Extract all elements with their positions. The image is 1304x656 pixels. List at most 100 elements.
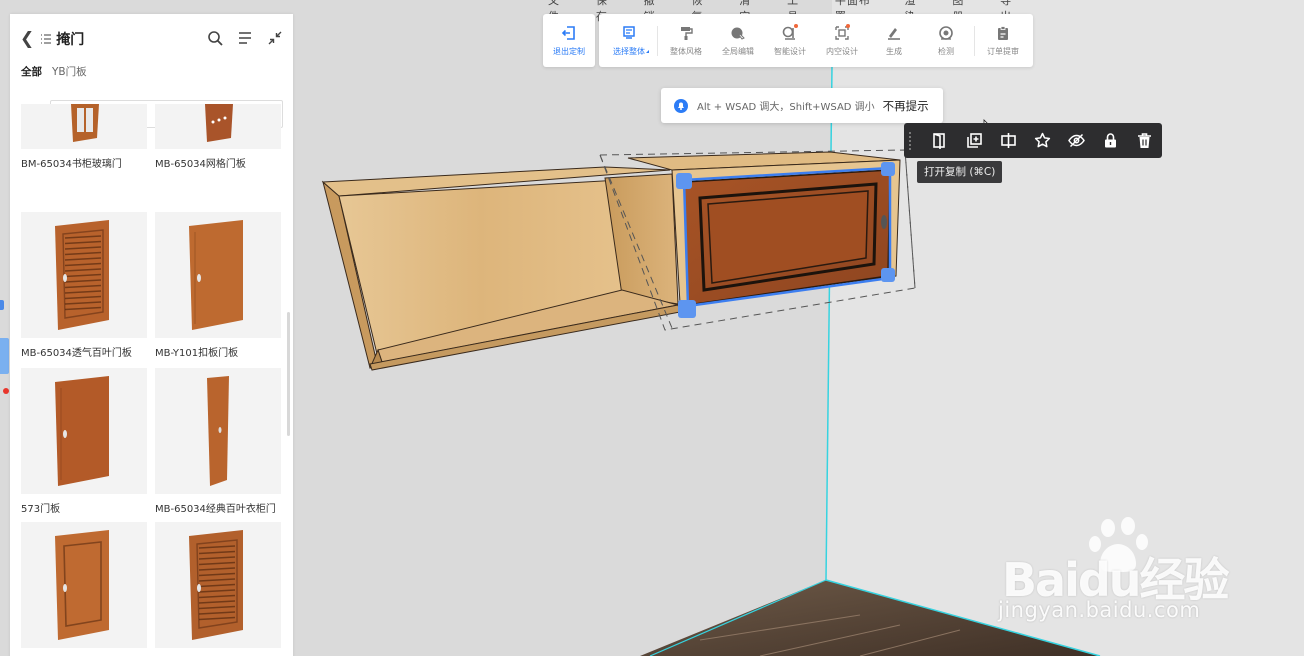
panel-title: 掩门	[56, 32, 85, 48]
more-options-marker	[646, 50, 649, 53]
product-thumbnail	[155, 212, 281, 338]
overall-style-button[interactable]: 整体风格	[660, 14, 712, 67]
split-button[interactable]	[991, 123, 1025, 158]
door-preview-icon	[205, 104, 233, 142]
product-name: BM-65034书柜玻璃门	[21, 159, 122, 170]
back-arrow-icon[interactable]: ❮	[20, 29, 34, 49]
list-icon	[41, 34, 52, 44]
product-name: MB-65034透气百叶门板	[21, 348, 132, 359]
global-edit-label: 全局编辑	[722, 46, 754, 56]
overall-style-label: 整体风格	[670, 46, 702, 56]
top-menu-item[interactable]: 保存	[596, 0, 618, 23]
top-menu-item[interactable]: 图册	[952, 0, 974, 23]
product-thumbnail	[21, 212, 147, 338]
top-menu-item[interactable]: 恢复	[691, 0, 713, 23]
product-card[interactable]: MB-65034网格门板	[155, 104, 281, 170]
exit-icon	[561, 25, 575, 40]
overall-style-icon	[681, 26, 693, 40]
favorite-button[interactable]	[1025, 123, 1059, 158]
header-actions	[207, 30, 283, 46]
detect-button[interactable]: 检测	[920, 14, 972, 67]
copy-tooltip: 打开复制 (⌘C)	[917, 161, 1003, 183]
delete-button[interactable]	[1128, 123, 1162, 158]
notification-dot	[3, 388, 9, 394]
door-preview-icon	[55, 220, 109, 330]
top-menu-item[interactable]: 渲染	[905, 0, 927, 23]
door-preview-icon	[55, 530, 109, 640]
interior-design-button[interactable]: 内空设计	[816, 14, 868, 67]
top-menu-item[interactable]: 撤销	[644, 0, 666, 23]
smart-design-label: 智能设计	[774, 46, 806, 56]
menu-icon[interactable]	[237, 30, 253, 46]
hint-text: Alt + WSAD 调大，Shift+WSAD 调小	[697, 102, 875, 113]
product-card[interactable]: 573门板	[21, 368, 147, 515]
product-card[interactable]: MB-Y202百叶门板	[155, 522, 281, 656]
top-menu-item[interactable]: 导出	[1000, 0, 1022, 23]
select-whole-button[interactable]: 选择整体	[603, 14, 655, 67]
product-thumbnail	[155, 522, 281, 648]
search-icon[interactable]	[207, 30, 223, 46]
toolbar-separator	[657, 25, 658, 56]
product-thumbnail	[155, 368, 281, 494]
exit-group: 退出定制	[543, 14, 595, 67]
door-icon	[933, 133, 946, 149]
panel-scrollbar[interactable]	[287, 312, 290, 436]
product-card[interactable]: MB-65034门板	[21, 522, 147, 656]
product-thumbnail	[21, 522, 147, 648]
watermark-url: jingyan.baidu.com	[998, 598, 1201, 622]
hide-icon	[1068, 133, 1085, 148]
top-menu-item[interactable]: 工具	[787, 0, 809, 23]
toolbar-group: 选择整体 整体风格 全局编辑 智能设计 内空设计 生成 检测 订单提审	[599, 14, 1033, 67]
door-preview-icon	[207, 376, 229, 486]
product-card[interactable]: MB-Y101扣板门板	[155, 212, 281, 359]
product-name: MB-Y101扣板门板	[155, 348, 239, 359]
detect-label: 检测	[938, 46, 954, 56]
exit-custom-label: 退出定制	[553, 46, 585, 56]
generate-icon	[888, 27, 900, 40]
generate-button[interactable]: 生成	[868, 14, 920, 67]
global-edit-button[interactable]: 全局编辑	[712, 14, 764, 67]
tab-yb-door[interactable]: YB门板	[52, 64, 87, 79]
top-menu-item[interactable]: 平面布置	[835, 0, 879, 23]
side-tab[interactable]	[0, 338, 9, 374]
collapse-icon[interactable]	[267, 30, 283, 46]
product-card[interactable]: MB-65034透气百叶门板	[21, 212, 147, 359]
new-badge	[846, 24, 850, 28]
drag-handle-icon[interactable]	[909, 131, 915, 150]
copy-button[interactable]	[957, 123, 991, 158]
category-tabs: 全部 YB门板	[10, 64, 293, 78]
door-preview-icon	[189, 220, 243, 330]
object-toolbar	[904, 123, 1162, 158]
product-thumbnail	[21, 368, 147, 494]
generate-label: 生成	[886, 46, 902, 56]
trash-icon	[1138, 133, 1152, 148]
tab-all[interactable]: 全部	[21, 64, 42, 79]
exit-custom-button[interactable]: 退出定制	[549, 14, 589, 67]
product-name: 573门板	[21, 504, 61, 515]
hide-button[interactable]	[1059, 123, 1093, 158]
bell-icon	[674, 98, 688, 113]
panel-header: ❮ 掩门	[10, 14, 293, 64]
baidu-watermark: Baidu经验 jingyan.baidu.com	[996, 514, 1296, 624]
door-preview-icon	[189, 530, 243, 640]
product-name: MB-65034经典百叶衣柜门	[155, 504, 276, 515]
top-menu-item[interactable]: 清空	[739, 0, 761, 23]
main-toolbar: 退出定制 选择整体 整体风格 全局编辑 智能设计 内空设计 生成 检测 订单提审	[543, 14, 1033, 67]
product-name: MB-65034网格门板	[155, 159, 246, 170]
side-marker	[0, 300, 4, 310]
lock-icon	[1105, 133, 1117, 148]
interior-design-label: 内空设计	[826, 46, 858, 56]
select-whole-icon	[623, 25, 635, 39]
copy-icon	[966, 133, 982, 148]
order-review-button[interactable]: 订单提审	[977, 14, 1029, 67]
door-preview-icon	[55, 376, 109, 486]
product-thumbnail	[21, 104, 147, 149]
door-button[interactable]	[923, 123, 957, 158]
product-card[interactable]: MB-65034经典百叶衣柜门	[155, 368, 281, 515]
smart-design-button[interactable]: 智能设计	[764, 14, 816, 67]
top-menu-item[interactable]: 文件	[548, 0, 570, 23]
dont-show-again-button[interactable]: 不再提示	[883, 98, 929, 114]
split-icon	[1000, 133, 1016, 148]
lock-button[interactable]	[1094, 123, 1128, 158]
product-card[interactable]: BM-65034书柜玻璃门	[21, 104, 147, 170]
